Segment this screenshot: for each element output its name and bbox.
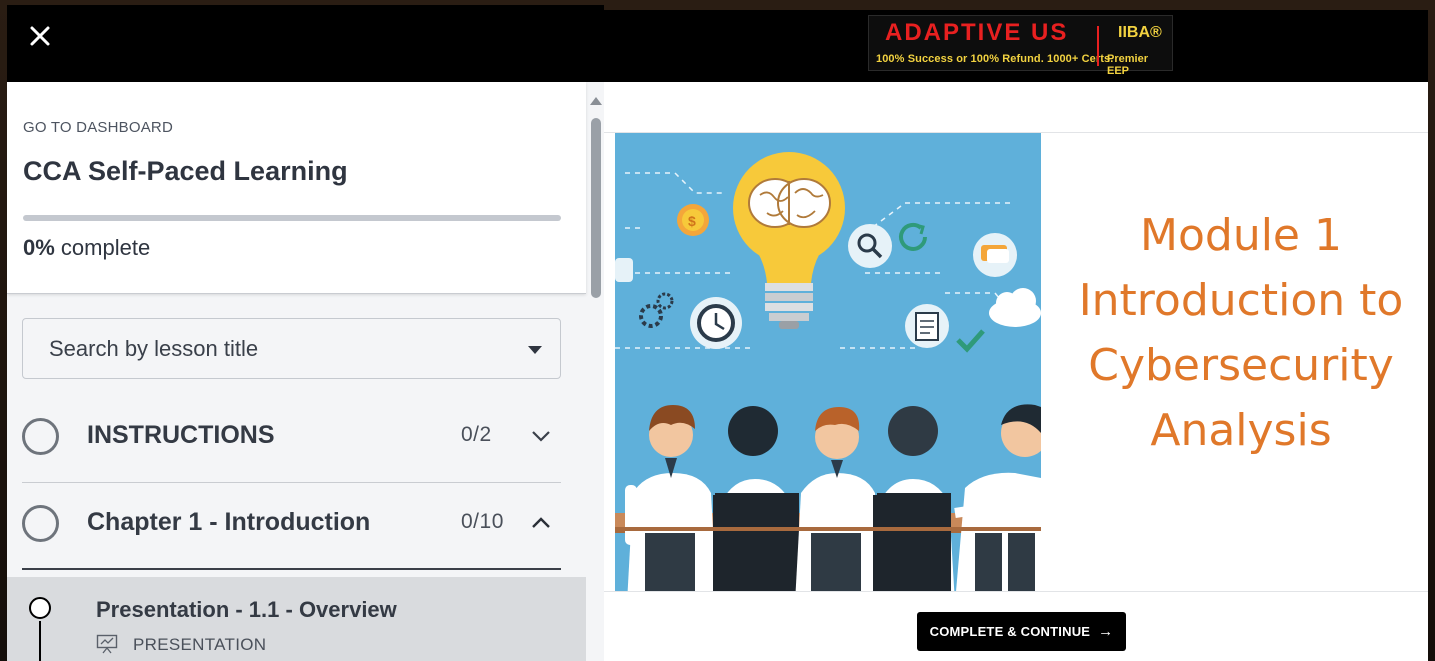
- presentation-icon: [96, 634, 118, 654]
- progress-value: 0%: [23, 235, 55, 260]
- chevron-down-icon[interactable]: [530, 425, 552, 447]
- progress-circle-icon: [22, 418, 59, 455]
- slide-title: Module 1 Introduction to Cybersecurity A…: [1051, 203, 1431, 463]
- progress-label: complete: [54, 235, 151, 260]
- lesson-search-dropdown[interactable]: Search by lesson title: [22, 318, 561, 379]
- arrow-right-icon: →: [1098, 623, 1114, 640]
- search-placeholder: Search by lesson title: [49, 336, 259, 361]
- svg-text:$: $: [688, 213, 696, 229]
- course-title: CCA Self-Paced Learning: [23, 156, 348, 186]
- sidebar-scrollbar[interactable]: [591, 118, 601, 298]
- slide-title-line: Analysis: [1150, 405, 1332, 456]
- logo-main-text: ADAPTIVE US: [885, 19, 1069, 46]
- section-title: Chapter 1 - Introduction: [87, 508, 371, 536]
- section-title: INSTRUCTIONS: [87, 421, 275, 449]
- lesson-item[interactable]: Presentation - 1.1 - Overview PRESENTATI…: [7, 577, 586, 661]
- brand-logo: ADAPTIVE US 100% Success or 100% Refund.…: [868, 15, 1173, 77]
- magnifier-icon: [848, 224, 892, 268]
- clock-icon: [690, 297, 742, 349]
- close-button[interactable]: [27, 23, 53, 49]
- complete-and-continue-button[interactable]: COMPLETE & CONTINUE →: [917, 612, 1126, 651]
- slide-title-line: Module 1: [1140, 210, 1342, 261]
- document-icon: [905, 304, 949, 348]
- divider: [604, 591, 1428, 592]
- complete-continue-label: COMPLETE & CONTINUE: [929, 624, 1091, 639]
- logo-tagline: 100% Success or 100% Refund. 1000+ Certs…: [876, 53, 1114, 65]
- slide-title-line: Cybersecurity: [1088, 340, 1394, 391]
- caret-down-icon: [528, 346, 542, 354]
- chat-icon: [973, 233, 1017, 277]
- close-icon: [30, 26, 50, 46]
- logo-partner-sub: Premier EEP: [1107, 53, 1148, 77]
- lesson-status-icon: [29, 597, 51, 619]
- section-chapter-1[interactable]: Chapter 1 - Introduction 0/10: [22, 484, 561, 570]
- sidebar-topbar: [7, 5, 604, 82]
- coin-icon: $: [677, 204, 709, 236]
- user-icon: [615, 258, 633, 282]
- chevron-up-icon[interactable]: [530, 512, 552, 534]
- slide-title-line: Introduction to: [1078, 275, 1404, 326]
- progress-bar: [23, 215, 561, 221]
- lesson-connector: [39, 621, 41, 661]
- logo-partner: IIBA®: [1118, 24, 1162, 41]
- course-header: GO TO DASHBOARD CCA Self-Paced Learning …: [7, 82, 586, 294]
- progress-circle-icon: [22, 505, 59, 542]
- app-window: GO TO DASHBOARD CCA Self-Paced Learning …: [0, 0, 1435, 661]
- team-meeting-illustration: $: [615, 133, 1041, 591]
- go-to-dashboard-link[interactable]: GO TO DASHBOARD: [23, 119, 173, 136]
- section-count: 0/2: [461, 423, 492, 446]
- lesson-content: $ Module 1 Introduction to Cybersecurity…: [604, 82, 1428, 661]
- progress-text: 0% complete: [23, 235, 150, 261]
- lesson-title: Presentation - 1.1 - Overview: [96, 597, 397, 622]
- logo-divider: [1097, 26, 1099, 66]
- scroll-up-arrow[interactable]: [590, 97, 602, 105]
- course-sidebar: GO TO DASHBOARD CCA Self-Paced Learning …: [7, 5, 604, 661]
- lesson-type: PRESENTATION: [133, 635, 267, 654]
- presentation-slide: $ Module 1 Introduction to Cybersecurity…: [615, 133, 1428, 591]
- section-instructions[interactable]: INSTRUCTIONS 0/2: [22, 397, 561, 483]
- top-bar: ADAPTIVE US 100% Success or 100% Refund.…: [604, 10, 1428, 82]
- section-count: 0/10: [461, 510, 504, 533]
